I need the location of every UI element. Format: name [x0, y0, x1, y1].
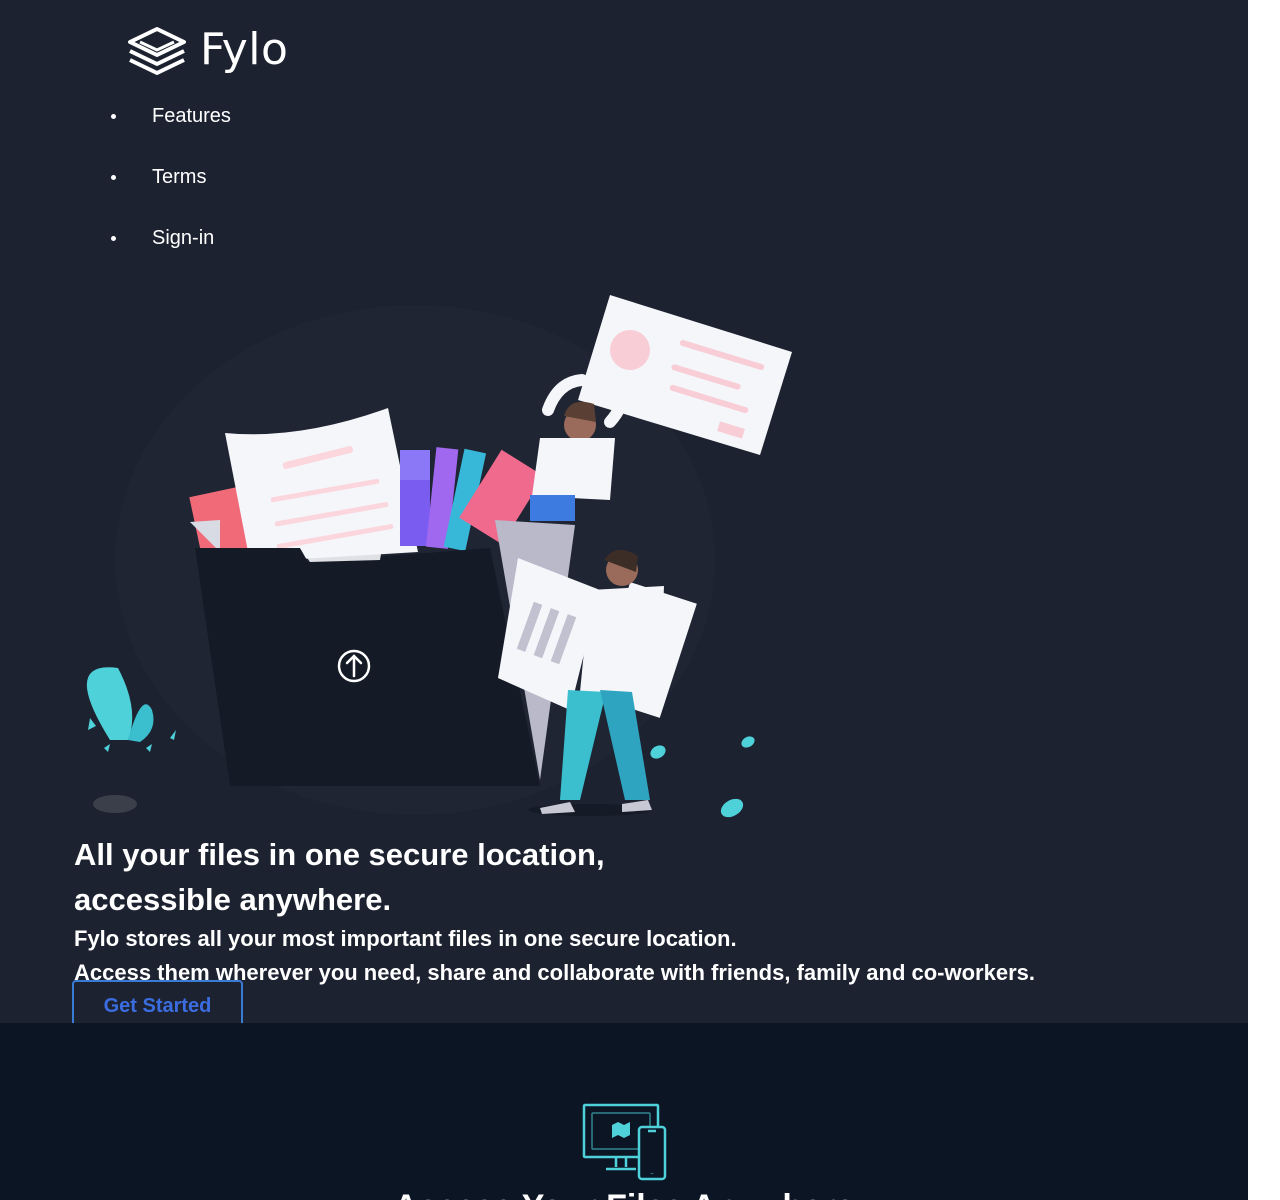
nav-link-features[interactable]: Features — [152, 105, 231, 127]
nav-bullet — [111, 236, 116, 241]
main-nav: Features Terms Sign-in — [111, 100, 231, 283]
devices-icon — [582, 1103, 667, 1181]
nav-bullet — [111, 175, 116, 180]
nav-link-sign-in[interactable]: Sign-in — [152, 227, 214, 249]
stacked-layers-icon — [128, 27, 186, 75]
landing-page: Fylo Features Terms Sign-in All your fil… — [0, 0, 1248, 1200]
hero-illustration — [86, 295, 792, 818]
nav-bullet — [111, 114, 116, 119]
nav-item-features: Features — [111, 100, 231, 161]
hero-title-line: accessible anywhere. — [74, 882, 392, 917]
features-section-title: Access Your Files Anywhere — [0, 1187, 1248, 1200]
nav-item-sign-in: Sign-in — [111, 222, 231, 283]
hero-title: All your files in one secure location, a… — [74, 832, 774, 922]
nav-link-terms[interactable]: Terms — [152, 166, 206, 188]
fylo-logo[interactable]: Fylo — [126, 24, 306, 76]
logo-wordmark: Fylo — [200, 24, 289, 75]
hero-title-line: All your files in one secure location, — [74, 837, 605, 872]
nav-item-terms: Terms — [111, 161, 231, 222]
folder-body — [195, 548, 540, 786]
floating-leaves — [650, 736, 755, 818]
features-section: Access Your Files Anywhere — [0, 1023, 1248, 1200]
hero-description-line: Fylo stores all your most important file… — [74, 926, 737, 951]
